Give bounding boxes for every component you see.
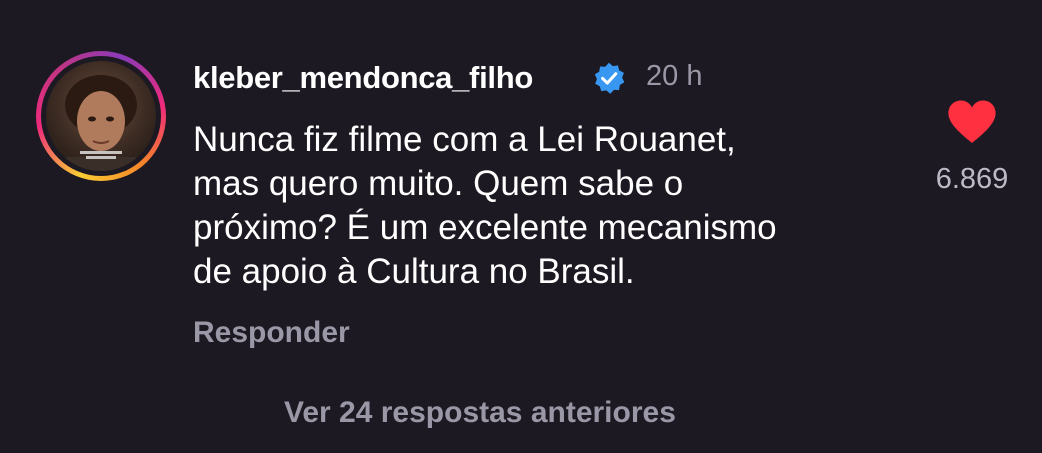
- avatar-photo: [65, 75, 137, 171]
- username[interactable]: kleber_mendonca_filho: [193, 60, 533, 96]
- comment-text-line: mas quero muito. Quem sabe o: [193, 164, 684, 203]
- comment-item: kleber_mendonca_filho 20 h Nunca fiz fil…: [0, 0, 1042, 453]
- avatar[interactable]: [46, 61, 156, 171]
- avatar-ring-gap: [41, 56, 161, 176]
- comment-text-line: próximo? É um excelente mecanismo: [193, 208, 777, 247]
- reply-button[interactable]: Responder: [193, 316, 350, 350]
- comment-text-line: de apoio à Cultura no Brasil.: [193, 252, 635, 291]
- comment-text: Nunca fiz filme com a Lei Rouanet, mas q…: [193, 118, 913, 294]
- heart-icon[interactable]: [946, 99, 998, 145]
- view-replies-button[interactable]: Ver 24 respostas anteriores: [284, 396, 676, 430]
- comment-timestamp: 20 h: [646, 60, 703, 92]
- verified-badge-icon: [594, 62, 625, 94]
- comment-text-line: Nunca fiz filme com a Lei Rouanet,: [193, 120, 736, 159]
- like-count: 6.869: [935, 163, 1009, 195]
- avatar-story-ring[interactable]: [36, 51, 166, 181]
